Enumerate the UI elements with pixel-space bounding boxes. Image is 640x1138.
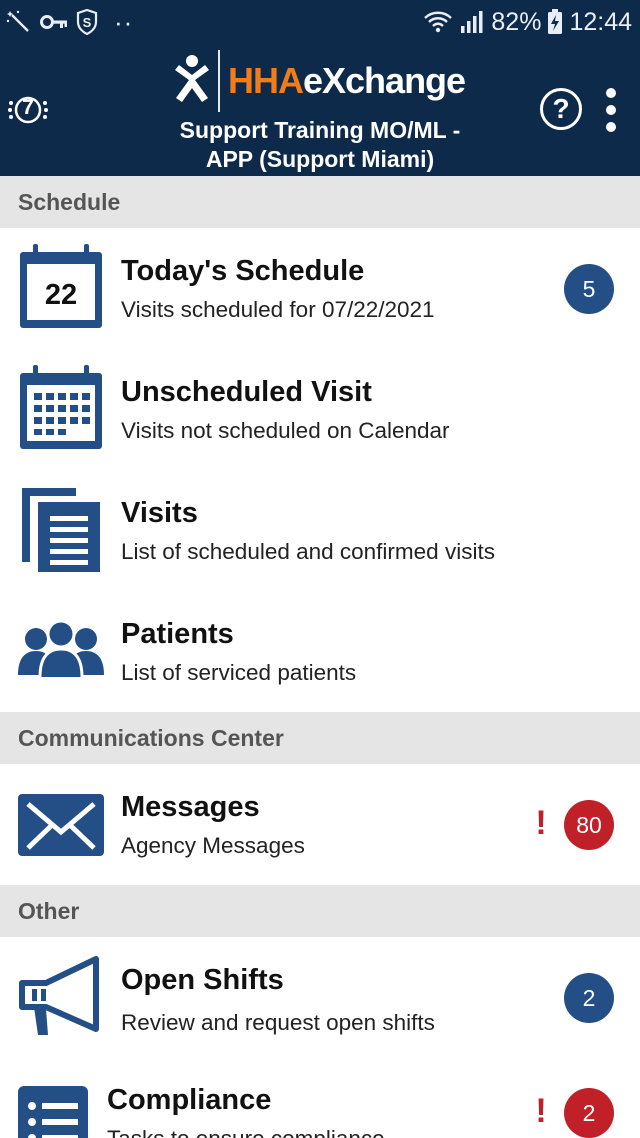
magic-wand-icon [6, 10, 29, 32]
calendar-grid-icon [20, 365, 102, 449]
messages-row[interactable]: Messages Agency Messages ! 80 [0, 764, 640, 885]
s-shield-icon: S [76, 9, 98, 35]
accessibility-7-icon[interactable]: 7 [6, 90, 52, 130]
unscheduled-visit-subtitle: Visits not scheduled on Calendar [121, 418, 450, 443]
section-communications-center: Communications Center [0, 712, 640, 764]
open-shifts-subtitle: Review and request open shifts [121, 1010, 435, 1035]
accessibility-number: 7 [22, 96, 34, 119]
open-shifts-title: Open Shifts [121, 964, 284, 996]
patients-title: Patients [121, 618, 234, 650]
app-header: 7 HHAeXchange Support Training MO/ML - A… [0, 44, 640, 176]
app-logo: HHAeXchange [172, 48, 472, 112]
todays-schedule-count-badge: 5 [564, 264, 614, 314]
megaphone-icon [19, 956, 99, 1035]
envelope-icon [18, 794, 104, 856]
visits-subtitle: List of scheduled and confirmed visits [121, 539, 495, 564]
signal-icon [461, 11, 483, 33]
messages-title: Messages [121, 791, 260, 823]
messages-count-badge: 80 [564, 800, 614, 850]
open-shifts-row[interactable]: Open Shifts Review and request open shif… [0, 937, 640, 1058]
open-shifts-count-badge: 2 [564, 973, 614, 1023]
compliance-count-badge: 2 [564, 1088, 614, 1138]
people-group-icon [18, 619, 104, 678]
svg-text:S: S [83, 15, 92, 30]
help-button[interactable]: ? [540, 88, 582, 130]
agency-name-line1: Support Training MO/ML - [179, 117, 461, 143]
compliance-alert-icon: ! [535, 1092, 547, 1130]
logo-divider [218, 50, 220, 112]
calendar-day-number: 22 [45, 279, 77, 311]
messages-alert-icon: ! [535, 804, 547, 842]
section-schedule: Schedule [0, 176, 640, 228]
wifi-icon [424, 11, 453, 33]
checklist-icon [18, 1086, 88, 1138]
messages-subtitle: Agency Messages [121, 833, 305, 858]
battery-percent: 82% [491, 7, 542, 36]
more-options-icon[interactable] [604, 86, 618, 134]
battery-charging-icon [548, 9, 563, 34]
calendar-day-icon: 22 [20, 244, 102, 328]
logo-exchange: eXchange [303, 60, 466, 101]
clock: 12:44 [569, 7, 632, 36]
status-dots: ·· [114, 6, 134, 37]
compliance-subtitle: Tasks to ensure compliance [107, 1126, 385, 1138]
agency-name: Support Training MO/ML - APP (Support Mi… [120, 116, 520, 174]
unscheduled-visit-row[interactable]: Unscheduled Visit Visits not scheduled o… [0, 349, 640, 470]
todays-schedule-subtitle: Visits scheduled for 07/22/2021 [121, 297, 435, 322]
agency-name-line2: APP (Support Miami) [205, 146, 435, 172]
logo-text: HHAeXchange [228, 60, 466, 102]
patients-row[interactable]: Patients List of serviced patients [0, 591, 640, 712]
section-other: Other [0, 885, 640, 937]
person-logo-icon [175, 55, 209, 102]
patients-subtitle: List of serviced patients [121, 660, 357, 685]
key-icon [40, 15, 67, 29]
visits-title: Visits [121, 497, 198, 529]
todays-schedule-row[interactable]: 22 Today's Schedule Visits scheduled for… [0, 228, 640, 349]
logo-hha: HHA [228, 60, 304, 101]
compliance-row[interactable]: Compliance Tasks to ensure compliance ! … [0, 1058, 640, 1138]
todays-schedule-title: Today's Schedule [121, 255, 365, 287]
documents-list-icon [22, 488, 100, 572]
visits-row[interactable]: Visits List of scheduled and confirmed v… [0, 470, 640, 591]
compliance-title: Compliance [107, 1084, 272, 1116]
unscheduled-visit-title: Unscheduled Visit [121, 376, 372, 408]
status-bar: S ·· 82% 12:44 [0, 0, 640, 44]
